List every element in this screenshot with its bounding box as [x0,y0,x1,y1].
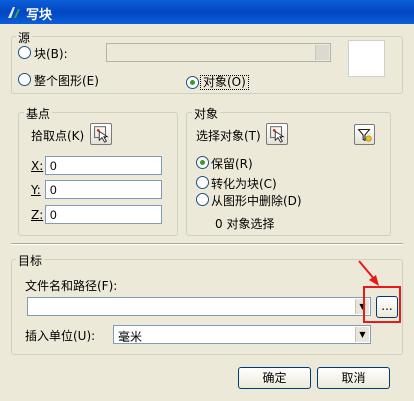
entire-drawing-label: 整个图形(E) [34,74,99,88]
browse-button[interactable]: ... [376,296,398,318]
objects-group-label: 对象 [192,105,221,122]
ok-button[interactable]: 确定 [238,367,311,389]
y-input[interactable] [45,180,162,199]
base-point-group-label: 基点 [24,105,53,122]
filename-label: 文件名和路径(F): [25,279,118,293]
delete-from-drawing-radio[interactable] [196,193,209,206]
z-input[interactable] [45,205,162,224]
app-icon [8,7,20,18]
units-combo-arrow-icon[interactable]: ▼ [355,327,369,342]
insertion-units-label: 插入单位(U): [25,329,96,343]
block-combo-arrow-icon[interactable] [315,45,329,60]
pick-point-icon [94,126,109,143]
filename-combo[interactable]: ▼ [27,297,371,316]
x-label: X: [31,159,44,173]
pick-point-label: 拾取点(K) [31,129,85,143]
x-input[interactable] [45,156,162,175]
block-preview [348,40,385,77]
pick-point-button[interactable] [90,123,112,145]
entire-drawing-radio[interactable] [18,73,31,86]
insertion-units-value: 毫米 [118,330,143,344]
y-label: Y: [31,183,41,197]
objects-radio[interactable] [186,76,199,89]
retain-radio[interactable] [196,156,209,169]
block-radio[interactable] [18,46,31,59]
select-objects-button[interactable] [266,123,288,145]
quick-select-button[interactable] [354,124,375,145]
objects-option-label: 对象(O) [200,75,249,90]
annotation-arrow-icon [358,260,379,286]
selection-status: 0 对象选择 [215,217,275,231]
retain-label: 保留(R) [211,157,253,171]
destination-group-label: 目标 [16,252,45,269]
delete-from-drawing-label: 从图形中删除(D) [211,194,302,208]
insertion-units-combo[interactable]: 毫米 ▼ [113,325,371,344]
window-title: 写块 [26,8,53,23]
separator [11,243,403,245]
select-objects-icon [270,126,285,143]
block-name-combo[interactable] [106,43,331,62]
convert-to-block-label: 转化为块(C) [211,177,277,191]
title-bar: 写块 [0,0,414,24]
block-option-label: 块(B): [34,47,68,61]
z-label: Z: [31,208,44,222]
quick-select-filter-icon [357,129,372,142]
source-group-label: 源 [16,29,33,46]
cancel-button[interactable]: 取消 [317,367,390,389]
select-objects-label: 选择对象(T) [196,129,261,143]
convert-to-block-radio[interactable] [196,176,209,189]
